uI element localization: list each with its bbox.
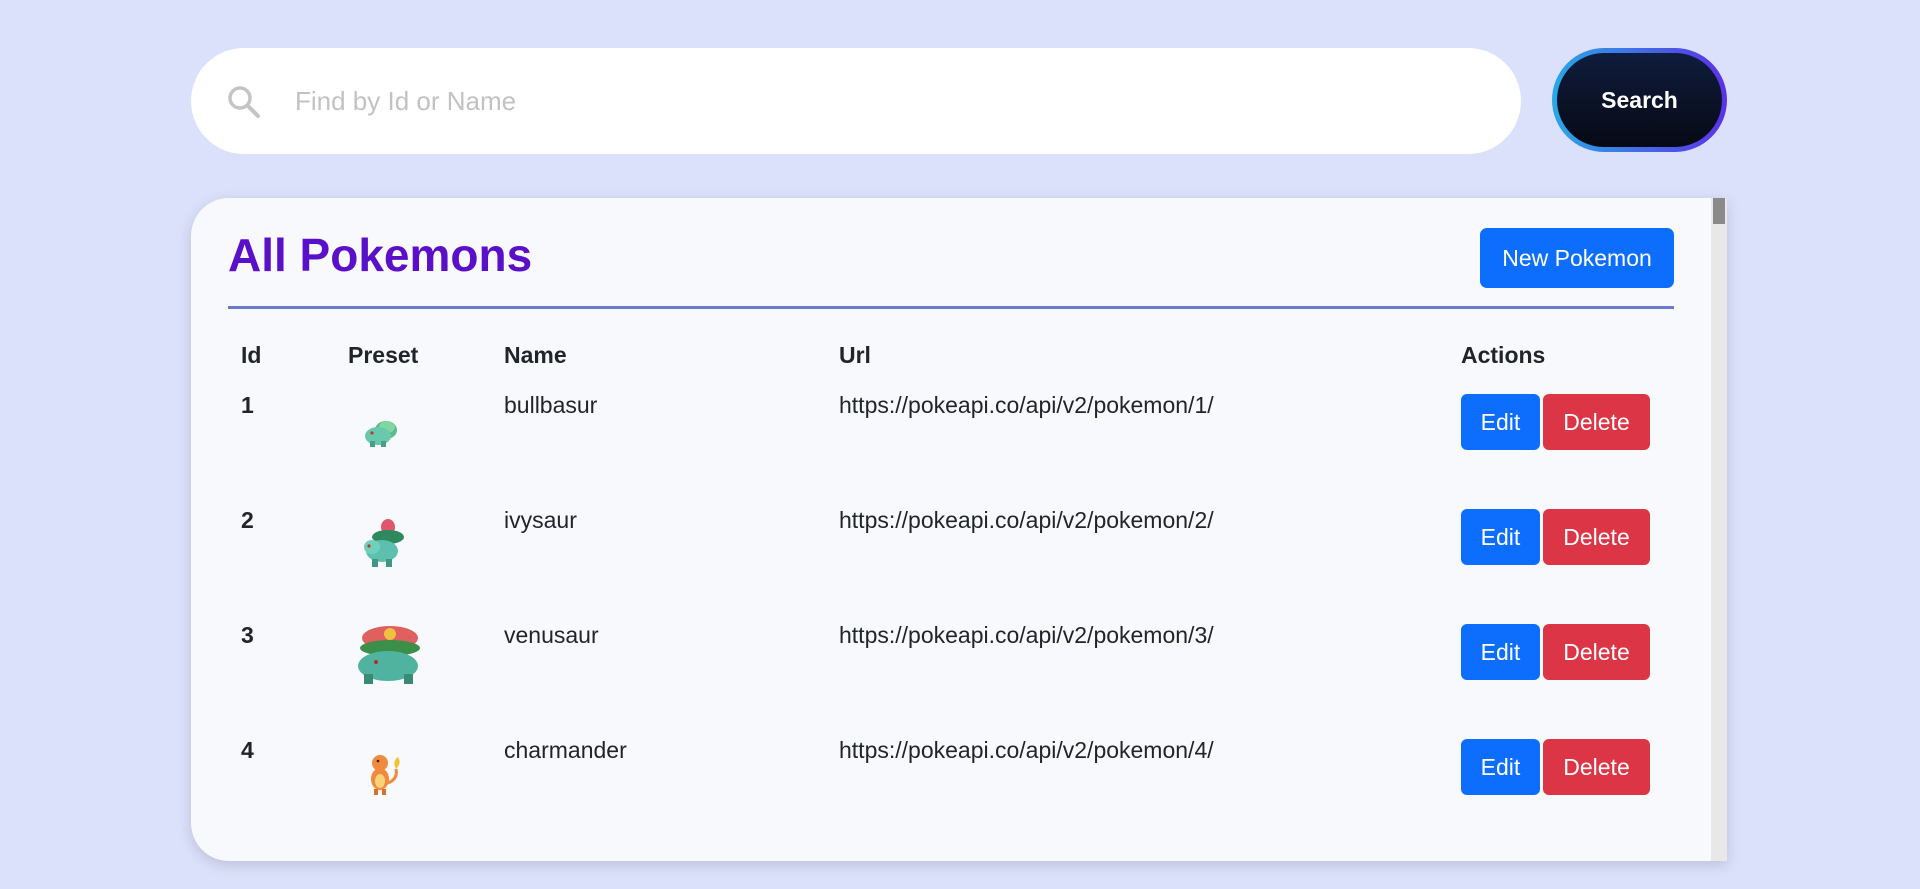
id-cell: 3 [241, 622, 254, 648]
delete-button[interactable]: Delete [1543, 394, 1650, 450]
pokemon-list-card: All Pokemons New Pokemon Id Preset Name … [191, 198, 1727, 861]
edit-button[interactable]: Edit [1461, 394, 1540, 450]
search-button[interactable]: Search [1552, 48, 1727, 152]
venusaur-sprite [358, 626, 420, 684]
name-cell: venusaur [504, 622, 599, 648]
column-header-actions: Actions [1461, 341, 1546, 368]
edit-button[interactable]: Edit [1461, 739, 1540, 795]
actions-cell: Edit Delete [1448, 382, 1674, 497]
id-cell: 2 [241, 507, 254, 533]
name-cell: bullbasur [504, 392, 598, 418]
scrollbar-thumb[interactable] [1713, 198, 1725, 224]
table-row: 2 ivysaur https://pokeapi.co/api/v2/poke… [228, 497, 1674, 612]
preset-cell [335, 727, 491, 842]
column-header-preset: Preset [348, 341, 419, 368]
new-pokemon-button[interactable]: New Pokemon [1480, 228, 1674, 288]
name-cell: charmander [504, 737, 627, 763]
edit-button[interactable]: Edit [1461, 509, 1540, 565]
url-cell: https://pokeapi.co/api/v2/pokemon/1/ [839, 392, 1214, 418]
delete-button[interactable]: Delete [1543, 739, 1650, 795]
column-header-id: Id [241, 341, 262, 368]
pokemon-table: Id Preset Name Url Actions 1 bullbasur h… [228, 328, 1674, 842]
vertical-scrollbar[interactable] [1711, 198, 1727, 861]
delete-button[interactable]: Delete [1543, 624, 1650, 680]
table-header-row: Id Preset Name Url Actions [228, 328, 1674, 382]
column-header-name: Name [504, 341, 567, 368]
id-cell: 1 [241, 392, 254, 418]
table-row: 4 charmander https://pokeapi.co/api/v2/p [228, 727, 1674, 842]
search-input[interactable] [295, 66, 1475, 136]
title-divider [228, 306, 1674, 309]
id-cell: 4 [241, 737, 254, 763]
preset-cell [335, 497, 491, 612]
search-bar: Search [191, 48, 1727, 154]
actions-cell: Edit Delete [1448, 612, 1674, 727]
ivysaur-sprite [364, 519, 404, 567]
edit-button[interactable]: Edit [1461, 624, 1540, 680]
actions-cell: Edit Delete [1448, 727, 1674, 842]
actions-cell: Edit Delete [1448, 497, 1674, 612]
table-row: 1 bullbasur https://pokeapi.co/api/v2/po… [228, 382, 1674, 497]
url-cell: https://pokeapi.co/api/v2/pokemon/3/ [839, 622, 1214, 648]
column-header-url: Url [839, 341, 871, 368]
url-cell: https://pokeapi.co/api/v2/pokemon/4/ [839, 737, 1214, 763]
search-box [191, 48, 1521, 154]
delete-button[interactable]: Delete [1543, 509, 1650, 565]
url-cell: https://pokeapi.co/api/v2/pokemon/2/ [839, 507, 1214, 533]
table-row: 3 venusaur https://pokeapi.co/api/v2/pok… [228, 612, 1674, 727]
bulbasaur-sprite [365, 421, 397, 447]
page-title: All Pokemons [228, 229, 533, 281]
preset-cell [335, 382, 491, 497]
preset-cell [335, 612, 491, 727]
name-cell: ivysaur [504, 507, 577, 533]
charmander-sprite [371, 755, 400, 795]
search-icon [228, 86, 260, 118]
